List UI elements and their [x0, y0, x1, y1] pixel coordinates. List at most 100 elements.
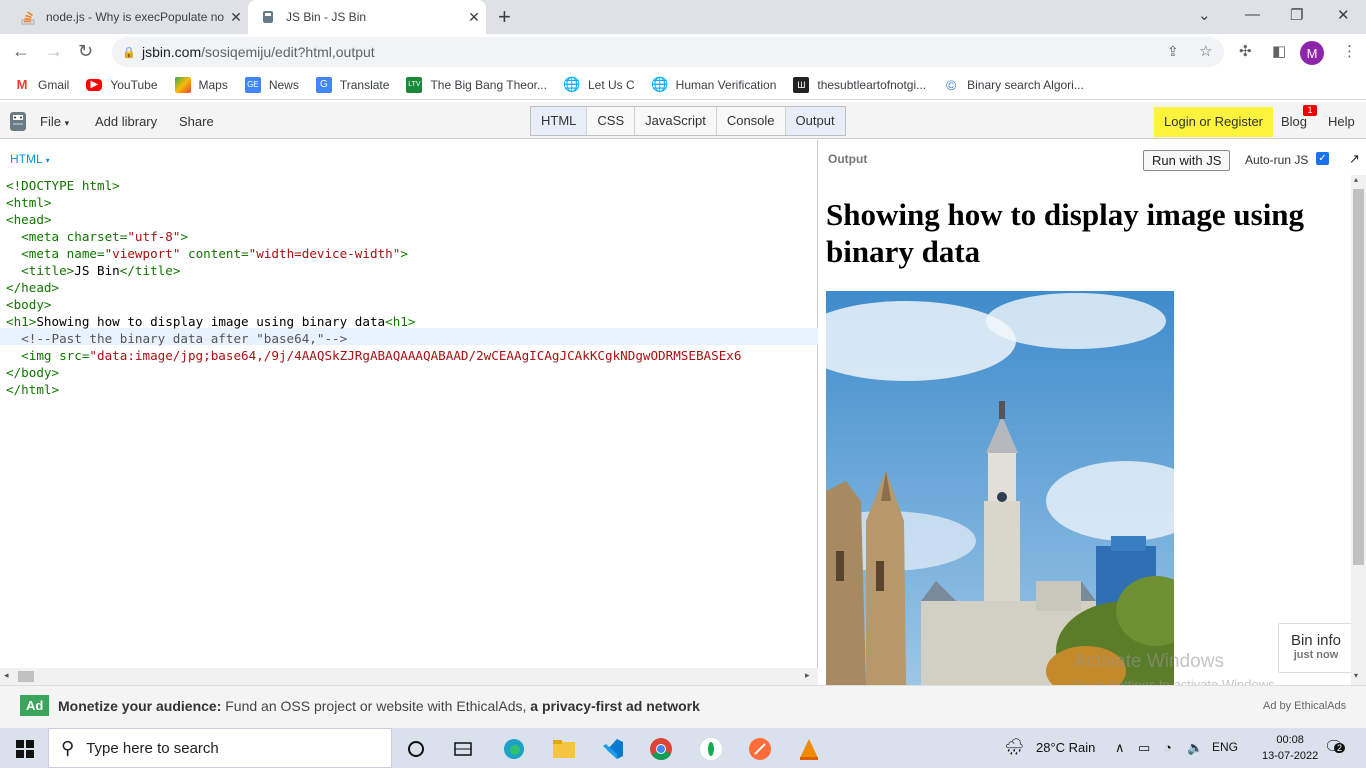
horizontal-scrollbar[interactable]: ◂ ▸ [0, 668, 818, 685]
bookmark-news[interactable]: GE News [244, 76, 299, 93]
clock-date: 13-07-2022 [1262, 750, 1319, 762]
notification-icon[interactable]: 🗨2 [1324, 737, 1346, 757]
bin-info-time: just now [1293, 649, 1339, 661]
tab-javascript[interactable]: JavaScript [635, 107, 717, 135]
output-label: Output [828, 152, 868, 166]
autorun-checkbox[interactable]: ✓ [1316, 152, 1329, 165]
weather-text[interactable]: 28°C Rain [1036, 740, 1095, 755]
task-view-icon[interactable] [450, 736, 476, 762]
search-placeholder: Type here to search [86, 739, 219, 757]
wifi-icon[interactable]: ◔ [1164, 740, 1172, 755]
code-line: </body> [6, 365, 60, 380]
vlc-icon[interactable] [796, 736, 822, 762]
forward-button[interactable]: → [45, 41, 63, 62]
add-library-button[interactable]: Add library [95, 114, 157, 129]
tab-search-icon[interactable]: ⌄ [1198, 6, 1211, 24]
scroll-up-icon[interactable]: ▴ [1354, 175, 1358, 184]
code-line: <img src="data:image/jpg;base64,/9j/4AAQ… [6, 348, 742, 363]
bookmark-translate[interactable]: G Translate [315, 76, 389, 93]
back-button[interactable]: ← [12, 41, 30, 62]
vscode-icon[interactable] [600, 736, 626, 762]
bookmark-big-bang-theory[interactable]: LTV The Big Bang Theor... [406, 76, 547, 93]
bookmark-subtle-art[interactable]: Шthesubtleartofnotgi... [793, 76, 926, 93]
tab-console[interactable]: Console [717, 107, 786, 135]
battery-icon[interactable]: ▭ [1138, 740, 1150, 756]
blog-notification-badge: 1 [1303, 105, 1317, 116]
file-menu[interactable]: File ▾ [40, 114, 69, 129]
globe-icon: 🌐 [563, 76, 581, 92]
mongodb-compass-icon[interactable] [698, 736, 724, 762]
share-button[interactable]: Share [179, 114, 214, 129]
login-register-button[interactable]: Login or Register [1154, 107, 1273, 137]
extensions-icon[interactable]: ✣ [1239, 42, 1252, 60]
close-tab-icon[interactable]: ✕ [224, 9, 248, 26]
address-bar[interactable]: 🔒 jsbin.com/sosiqemiju/edit?html,output … [112, 37, 1224, 67]
scroll-left-icon[interactable]: ◂ [4, 670, 9, 681]
browser-tab-active[interactable]: JS Bin - JS Bin ✕ [248, 0, 486, 34]
clock[interactable]: 00:08 13-07-2022 [1262, 732, 1318, 764]
new-tab-button[interactable]: + [498, 4, 511, 30]
weather-rain-icon[interactable]: 🌧 [1004, 737, 1024, 757]
reload-button[interactable]: ↻ [78, 41, 93, 62]
ad-text[interactable]: Monetize your audience: Fund an OSS proj… [58, 698, 700, 714]
jsbin-logo-icon[interactable] [8, 110, 28, 132]
blog-link[interactable]: Blog [1281, 114, 1307, 129]
tab-css[interactable]: CSS [587, 107, 636, 135]
menu-dots-icon[interactable]: ⋮ [1342, 42, 1357, 60]
taskbar-search[interactable]: ⚲ Type here to search [48, 728, 392, 768]
volume-icon[interactable]: 🔈 [1187, 740, 1203, 756]
scroll-down-icon[interactable]: ▾ [1354, 671, 1358, 680]
share-icon[interactable]: ⇪ [1167, 43, 1179, 60]
editor-label[interactable]: HTML ▾ [10, 152, 50, 166]
bookmark-star-icon[interactable]: ☆ [1199, 42, 1212, 60]
chrome-icon[interactable] [648, 736, 674, 762]
bookmark-binary-search[interactable]: © Binary search Algori... [943, 77, 1084, 93]
globe-icon: 🌐 [650, 76, 669, 92]
tab-title: JS Bin - JS Bin [286, 10, 367, 24]
cortana-icon[interactable] [403, 736, 429, 762]
close-window-button[interactable]: ✕ [1337, 6, 1350, 24]
bin-info-box[interactable]: Bin info just now [1278, 623, 1354, 673]
scrollbar-thumb[interactable] [18, 671, 34, 682]
ad-attribution[interactable]: Ad by EthicalAds [1263, 700, 1346, 712]
side-panel-icon[interactable]: ◧ [1272, 42, 1286, 60]
bookmark-human-verification[interactable]: 🌐 Human Verification [650, 76, 776, 93]
gmail-icon: M [16, 77, 28, 92]
help-link[interactable]: Help [1328, 114, 1355, 129]
bookmark-youtube[interactable]: ▶ YouTube [86, 78, 158, 92]
profile-avatar[interactable]: M [1300, 41, 1324, 65]
browser-tab[interactable]: node.js - Why is execPopulate no ✕ [8, 0, 248, 34]
bracket-icon: © [945, 76, 957, 93]
postman-icon[interactable] [747, 736, 773, 762]
code-line: <meta name="viewport" content="width=dev… [6, 246, 408, 261]
notification-count: 2 [1334, 743, 1346, 753]
run-with-js-button[interactable]: Run with JS [1143, 150, 1231, 171]
output-panel: Output Run with JS Auto-run JS ✓ ↗ Showi… [819, 140, 1366, 692]
url-text: jsbin.com/sosiqemiju/edit?html,output [142, 44, 375, 60]
tab-output[interactable]: Output [785, 107, 845, 135]
youtube-icon: ▶ [86, 78, 103, 91]
edge-icon[interactable] [501, 736, 527, 762]
ad-banner[interactable]: Ad Monetize your audience: Fund an OSS p… [0, 685, 1366, 728]
clock-time: 00:08 [1276, 734, 1304, 746]
minimize-button[interactable]: — [1245, 6, 1260, 23]
file-explorer-icon[interactable] [551, 736, 577, 762]
vertical-scrollbar[interactable]: ▴ ▾ [1351, 175, 1366, 685]
code-line: <!--Past the binary data after "base64,"… [6, 331, 348, 346]
scroll-right-icon[interactable]: ▸ [805, 670, 810, 681]
bookmark-let-us-c[interactable]: 🌐 Let Us C [563, 76, 634, 93]
code-line: <head> [6, 212, 52, 227]
scrollbar-thumb[interactable] [1353, 189, 1364, 565]
bookmark-maps[interactable]: Maps [174, 76, 228, 93]
bookmark-gmail[interactable]: M Gmail [14, 77, 70, 93]
show-hidden-icons-chevron-icon[interactable]: ∧ [1115, 740, 1125, 756]
tab-html[interactable]: HTML [531, 107, 588, 135]
windows-start-icon[interactable] [16, 740, 34, 761]
popout-icon[interactable]: ↗ [1349, 151, 1360, 167]
restore-button[interactable]: ❐ [1290, 6, 1303, 24]
close-tab-icon[interactable]: ✕ [462, 9, 486, 26]
language-indicator[interactable]: ENG [1212, 740, 1238, 754]
caret-down-icon: ▾ [45, 156, 50, 165]
html-editor-panel[interactable]: HTML ▾ <!DOCTYPE html> <html> <head> <me… [0, 140, 818, 685]
autorun-label[interactable]: Auto-run JS [1245, 153, 1308, 167]
